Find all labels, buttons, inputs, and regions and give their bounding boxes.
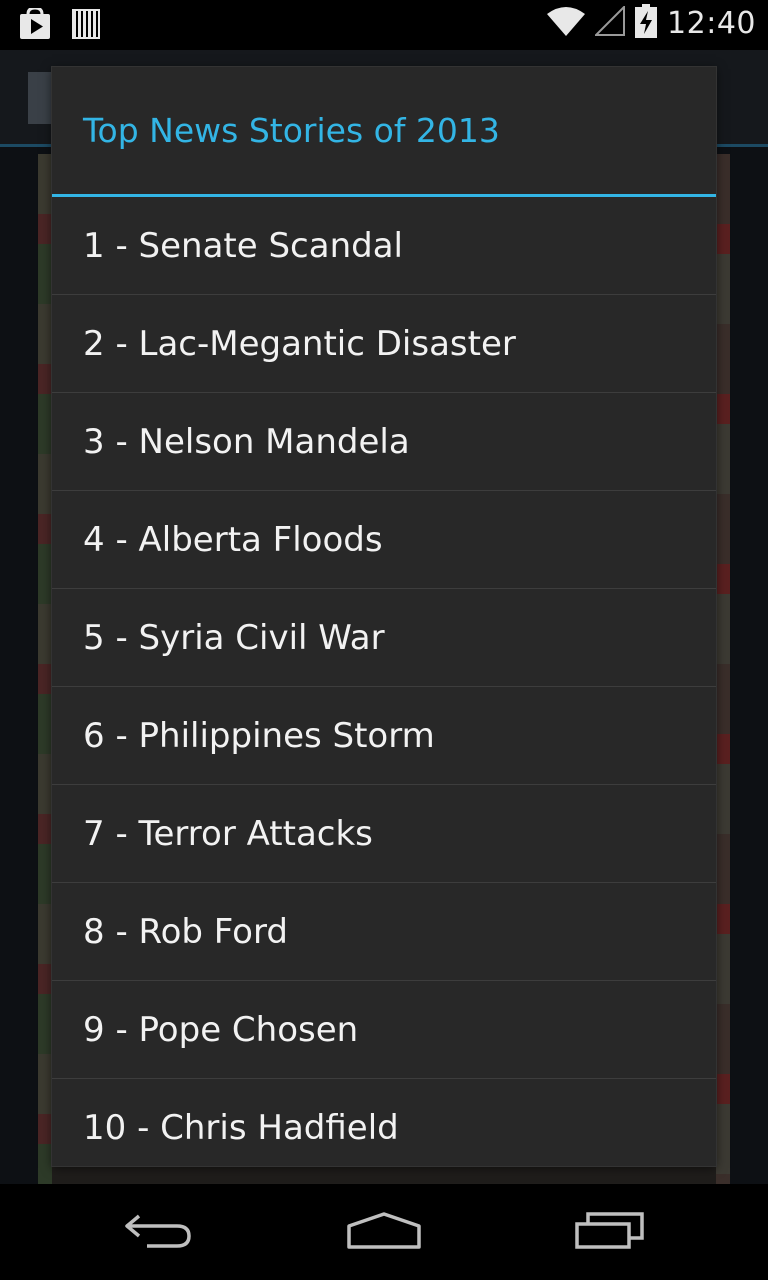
list-item-label: 10 - Chris Hadfield (83, 1107, 399, 1148)
list-item-label: 2 - Lac-Megantic Disaster (83, 323, 516, 364)
dialog-title: Top News Stories of 2013 (83, 111, 500, 150)
system-status: 12:40 (547, 4, 756, 42)
home-icon (346, 1210, 422, 1254)
list-item-label: 1 - Senate Scandal (83, 225, 403, 266)
play-store-notification-icon (18, 6, 52, 44)
list-item-10[interactable]: 10 - Chris Hadfield (52, 1079, 716, 1166)
notification-icons (18, 6, 100, 44)
stories-dialog: Top News Stories of 2013 1 - Senate Scan… (52, 67, 716, 1166)
battery-charging-icon (635, 4, 658, 42)
list-item-9[interactable]: 9 - Pope Chosen (52, 981, 716, 1079)
back-button[interactable] (110, 1204, 210, 1260)
list-item-8[interactable]: 8 - Rob Ford (52, 883, 716, 981)
status-bar: 12:40 (0, 0, 768, 50)
recent-apps-button[interactable] (560, 1204, 660, 1260)
list-item-label: 3 - Nelson Mandela (83, 421, 410, 462)
background-image-edge-left (38, 154, 52, 1184)
list-item-2[interactable]: 2 - Lac-Megantic Disaster (52, 295, 716, 393)
list-item-6[interactable]: 6 - Philippines Storm (52, 687, 716, 785)
cell-signal-icon (593, 4, 626, 40)
status-time: 12:40 (667, 5, 756, 41)
list-item-label: 4 - Alberta Floods (83, 519, 383, 560)
list-item-5[interactable]: 5 - Syria Civil War (52, 589, 716, 687)
list-item-label: 6 - Philippines Storm (83, 715, 435, 756)
list-item-label: 5 - Syria Civil War (83, 617, 385, 658)
background-image-edge-right (716, 154, 730, 1184)
list-item-label: 9 - Pope Chosen (83, 1009, 359, 1050)
dialog-title-bar: Top News Stories of 2013 (52, 67, 716, 197)
home-button[interactable] (334, 1204, 434, 1260)
navigation-bar (0, 1184, 768, 1280)
wifi-icon (547, 6, 586, 40)
list-item-label: 7 - Terror Attacks (83, 813, 373, 854)
stories-list: 1 - Senate Scandal 2 - Lac-Megantic Disa… (52, 197, 716, 1166)
recent-apps-icon (574, 1210, 646, 1254)
list-item-3[interactable]: 3 - Nelson Mandela (52, 393, 716, 491)
screen: 12:40 Top News Stories of 2013 1 - Senat… (0, 0, 768, 1280)
list-item-4[interactable]: 4 - Alberta Floods (52, 491, 716, 589)
barcode-notification-icon (72, 9, 100, 43)
list-item-1[interactable]: 1 - Senate Scandal (52, 197, 716, 295)
back-icon (125, 1210, 195, 1254)
list-item-7[interactable]: 7 - Terror Attacks (52, 785, 716, 883)
list-item-label: 8 - Rob Ford (83, 911, 288, 952)
